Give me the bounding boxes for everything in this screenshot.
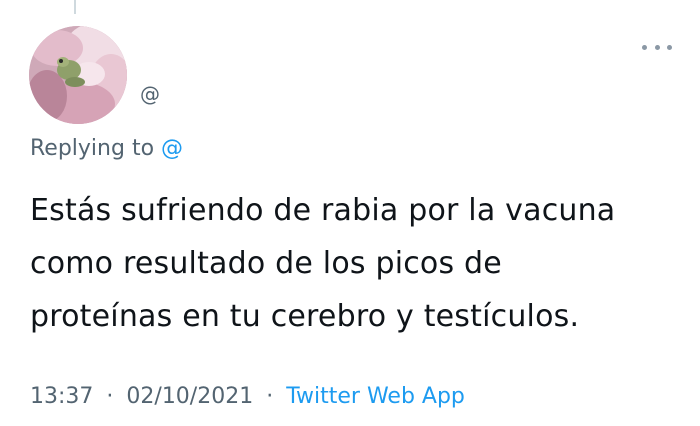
tweet-card: @ Replying to @ Estás sufriendo de rabia…: [0, 0, 700, 426]
replying-to-label: Replying to: [30, 136, 162, 161]
tweet-text-line: como resultado de los picos de: [30, 246, 502, 281]
tweet-date[interactable]: 02/10/2021: [126, 384, 253, 409]
more-dots-icon[interactable]: [642, 38, 672, 56]
dot: [654, 44, 660, 50]
tweet-text: Estás sufriendo de rabia por la vacuna c…: [30, 184, 670, 343]
replying-to-line: Replying to @: [30, 136, 183, 161]
separator: ·: [266, 384, 274, 409]
avatar[interactable]: [29, 26, 127, 124]
replying-to-mention[interactable]: @: [161, 136, 183, 161]
author-handle[interactable]: @: [140, 82, 160, 106]
tweet-metadata: 13:37 · 02/10/2021 · Twitter Web App: [30, 384, 465, 409]
separator: ·: [106, 384, 114, 409]
thread-connector-line: [74, 0, 76, 14]
tweet-text-line: proteínas en tu cerebro y testículos.: [30, 299, 580, 334]
dot: [642, 44, 647, 50]
tweet-source-link[interactable]: Twitter Web App: [286, 384, 465, 409]
tweet-text-line: Estás sufriendo de rabia por la vacuna: [30, 193, 616, 228]
dot: [667, 44, 672, 50]
tweet-time[interactable]: 13:37: [30, 384, 93, 409]
